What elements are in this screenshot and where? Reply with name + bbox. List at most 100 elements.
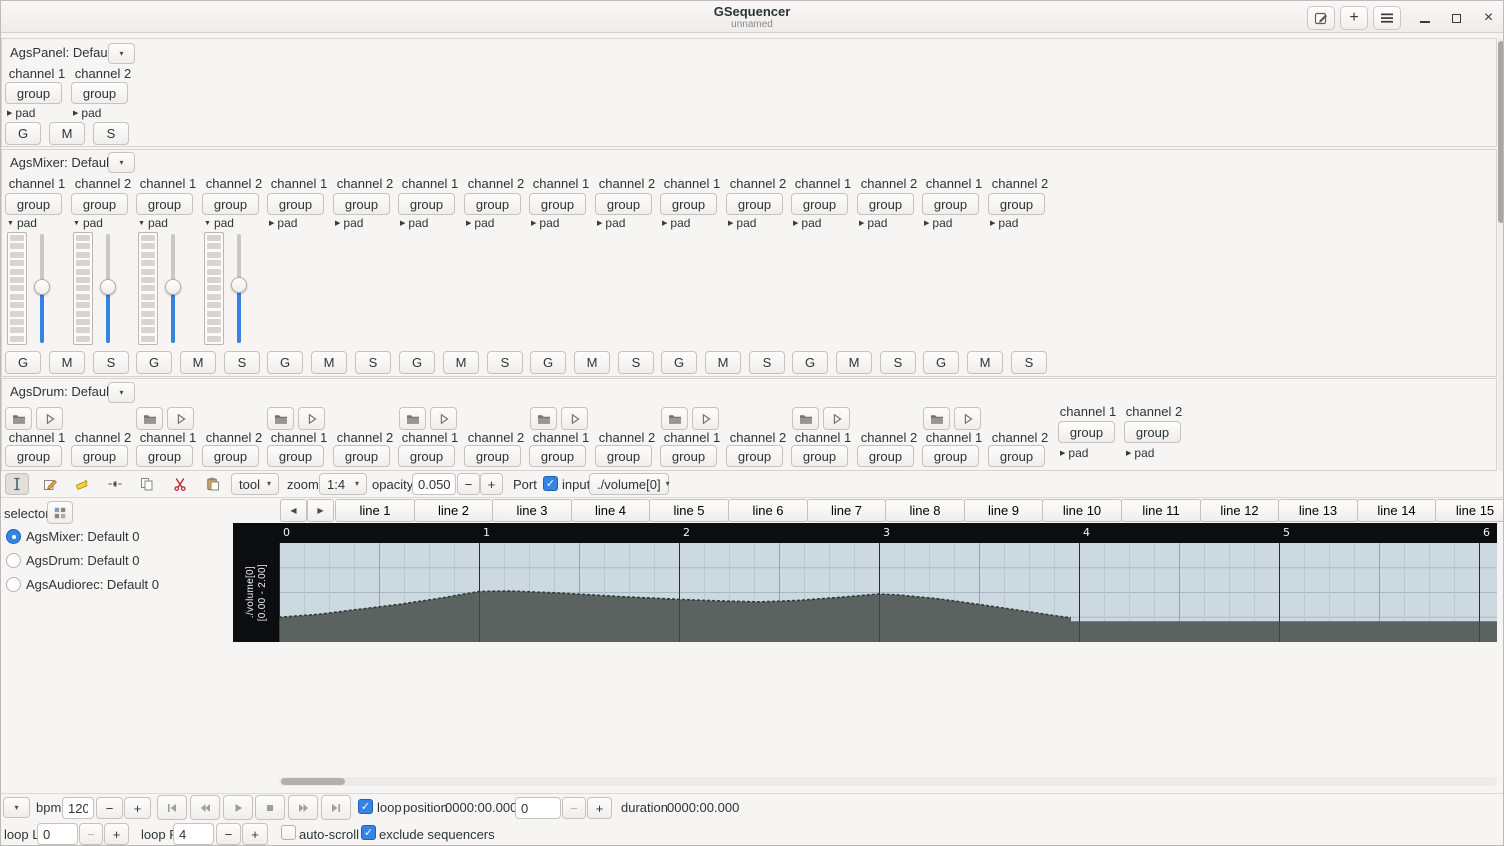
compose-button[interactable]: [1307, 6, 1335, 30]
channel-m-button[interactable]: M: [180, 351, 216, 374]
play-sample-button[interactable]: [430, 407, 457, 430]
bpm-input[interactable]: [62, 797, 94, 819]
group-button[interactable]: group: [988, 445, 1045, 467]
minimize-button[interactable]: [1411, 6, 1438, 30]
group-button[interactable]: group: [660, 193, 717, 215]
edit-tool-button[interactable]: [38, 473, 62, 495]
channel-s-button[interactable]: S: [93, 351, 129, 374]
selector-options-button[interactable]: [47, 501, 73, 524]
selector-item[interactable]: AgsMixer: Default 0: [1, 527, 231, 547]
channel-m-button[interactable]: M: [311, 351, 347, 374]
group-button[interactable]: group: [464, 445, 521, 467]
group-button[interactable]: group: [857, 193, 914, 215]
volume-slider[interactable]: [99, 232, 117, 345]
line-tab[interactable]: line 10: [1042, 499, 1122, 522]
channel-m-button[interactable]: M: [967, 351, 1003, 374]
channel-g-button[interactable]: G: [267, 351, 303, 374]
volume-slider[interactable]: [164, 232, 182, 345]
radio-icon[interactable]: [6, 529, 21, 544]
position-decrement-button[interactable]: −: [562, 797, 586, 819]
group-button[interactable]: group: [136, 193, 193, 215]
group-button[interactable]: group: [267, 445, 324, 467]
group-button[interactable]: group: [1058, 421, 1115, 443]
group-button[interactable]: group: [71, 445, 128, 467]
group-button[interactable]: group: [5, 193, 62, 215]
channel-s-button[interactable]: S: [224, 351, 260, 374]
channel-g-button[interactable]: G: [136, 351, 172, 374]
play-sample-button[interactable]: [823, 407, 850, 430]
group-button[interactable]: group: [988, 193, 1045, 215]
pad-expander[interactable]: ▶ pad: [466, 216, 494, 230]
slider-handle[interactable]: [165, 279, 181, 296]
open-file-button[interactable]: [792, 407, 819, 430]
line-tab[interactable]: line 9: [964, 499, 1043, 522]
group-button[interactable]: group: [71, 82, 128, 104]
pad-expander[interactable]: ▶ pad: [335, 216, 363, 230]
channel-g-button[interactable]: G: [661, 351, 697, 374]
line-tab[interactable]: line 11: [1121, 499, 1201, 522]
group-button[interactable]: group: [726, 445, 783, 467]
bpm-decrement-button[interactable]: −: [96, 797, 123, 819]
selector-item[interactable]: AgsAudiorec: Default 0: [1, 575, 231, 595]
seek-forward-button[interactable]: [288, 795, 318, 820]
stop-button[interactable]: [255, 795, 285, 820]
horizontal-scrollbar[interactable]: [279, 777, 1497, 786]
radio-icon[interactable]: [6, 553, 21, 568]
channel-m-button[interactable]: M: [49, 351, 85, 374]
play-sample-button[interactable]: [954, 407, 981, 430]
group-button[interactable]: group: [5, 445, 62, 467]
line-tab[interactable]: line 12: [1200, 499, 1279, 522]
position-increment-button[interactable]: +: [587, 797, 612, 819]
bpm-increment-button[interactable]: +: [124, 797, 151, 819]
line-tab[interactable]: line 3: [492, 499, 572, 522]
group-button[interactable]: group: [529, 193, 586, 215]
machine-menu-button[interactable]: ▾: [108, 43, 135, 64]
group-button[interactable]: group: [857, 445, 914, 467]
channel-s-button[interactable]: S: [618, 351, 654, 374]
open-file-button[interactable]: [5, 407, 32, 430]
group-button[interactable]: group: [202, 445, 259, 467]
loop-right-increment-button[interactable]: +: [242, 823, 268, 845]
channel-m-button[interactable]: M: [705, 351, 741, 374]
pad-expander[interactable]: ▶ pad: [662, 216, 690, 230]
channel-s-button[interactable]: S: [880, 351, 916, 374]
group-button[interactable]: group: [333, 193, 390, 215]
channel-s-button[interactable]: S: [487, 351, 523, 374]
pad-expander[interactable]: ▶ pad: [859, 216, 887, 230]
loop-left-decrement-button[interactable]: −: [79, 823, 103, 845]
radio-icon[interactable]: [6, 577, 21, 592]
pad-expander[interactable]: ▼ pad: [73, 216, 103, 230]
channel-s-button[interactable]: S: [749, 351, 785, 374]
volume-slider[interactable]: [230, 232, 248, 345]
transport-expander-button[interactable]: ▾: [3, 797, 30, 818]
maximize-button[interactable]: [1443, 6, 1470, 30]
group-button[interactable]: group: [595, 193, 652, 215]
group-button[interactable]: group: [136, 445, 193, 467]
slider-handle[interactable]: [100, 279, 116, 296]
position-input[interactable]: [515, 797, 561, 819]
position-cursor-tool-button[interactable]: [5, 473, 29, 495]
exclude-sequencers-checkbox[interactable]: ✓: [361, 825, 376, 840]
pad-expander[interactable]: ▶ pad: [990, 216, 1018, 230]
menu-button[interactable]: [1373, 6, 1401, 30]
group-button[interactable]: group: [1124, 421, 1181, 443]
pad-expander[interactable]: ▼ pad: [138, 216, 168, 230]
open-file-button[interactable]: [530, 407, 557, 430]
group-button[interactable]: group: [398, 445, 455, 467]
tab-scroll-left-button[interactable]: ◀: [280, 499, 307, 522]
machine-menu-button[interactable]: ▾: [108, 152, 135, 173]
play-sample-button[interactable]: [36, 407, 63, 430]
opacity-decrement-button[interactable]: −: [457, 473, 480, 495]
pad-expander[interactable]: ▶ pad: [793, 216, 821, 230]
channel-s-button[interactable]: S: [93, 122, 129, 145]
add-machine-button[interactable]: +: [1340, 6, 1368, 30]
seek-backward-button[interactable]: [190, 795, 220, 820]
group-button[interactable]: group: [595, 445, 652, 467]
line-tab[interactable]: line 4: [571, 499, 650, 522]
channel-m-button[interactable]: M: [836, 351, 872, 374]
copy-tool-button[interactable]: [135, 473, 159, 495]
line-tab[interactable]: line 13: [1278, 499, 1358, 522]
pad-expander[interactable]: ▶ pad: [73, 106, 101, 120]
channel-g-button[interactable]: G: [5, 122, 41, 145]
clear-tool-button[interactable]: [70, 473, 94, 495]
